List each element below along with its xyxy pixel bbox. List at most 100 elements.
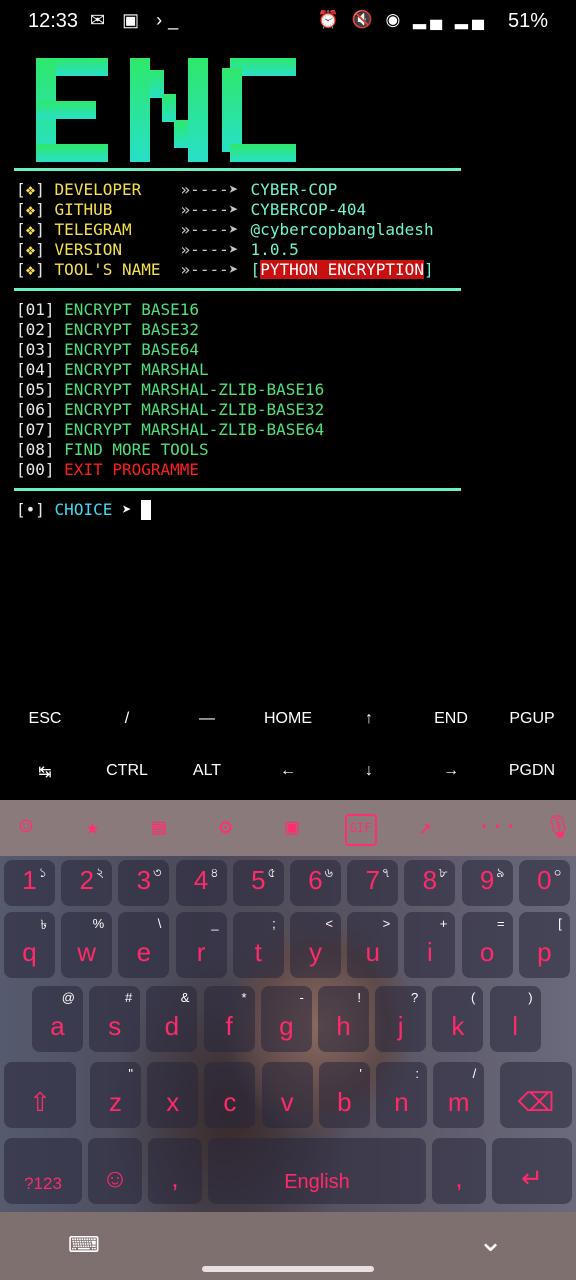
extra-key[interactable]: PGUP [491,710,573,728]
home-indicator[interactable] [202,1266,374,1272]
key-a[interactable]: @ a [32,986,83,1052]
key-1[interactable]: ১1 [4,860,55,906]
extra-key[interactable]: ← [247,762,329,780]
extra-key[interactable]: ↹ [4,762,86,782]
key-9[interactable]: ৯9 [461,860,513,906]
menu-item[interactable]: [06] ENCRYPT MARSHAL-ZLIB-BASE32 [16,400,324,420]
key-label: g [279,1011,294,1041]
hide-keyboard-icon[interactable]: ⌄ [478,1224,503,1259]
key-j[interactable]: ? j [375,986,427,1052]
keyboard-toolbar-icon[interactable]: ▣ [278,814,306,842]
key-c[interactable]: c [204,1062,256,1128]
key-label: i [427,937,433,967]
key-k[interactable]: (k [432,986,484,1052]
extra-key[interactable]: END [410,710,492,728]
bracket: [ [16,180,26,199]
key-r[interactable]: _ r [175,912,227,978]
key-v[interactable]: v [261,1062,313,1128]
key-0[interactable]: ০0 [518,860,570,906]
extra-key[interactable]: → [410,762,492,780]
menu-item[interactable]: [00] EXIT PROGRAMME [16,460,324,480]
extra-key[interactable]: ↑ [328,710,410,728]
symbols-key[interactable]: ?123 [4,1138,82,1204]
key-d[interactable]: & d [146,986,198,1052]
key-h[interactable]: ! h [318,986,369,1052]
keyboard-toolbar-icon[interactable]: ⚙ [212,814,240,842]
menu-item[interactable]: [04] ENCRYPT MARSHAL [16,360,324,380]
keyboard-toolbar-icon[interactable]: ▤ [145,814,173,842]
key-u[interactable]: > u [347,912,399,978]
extra-key[interactable]: / [86,710,168,728]
key-2[interactable]: ২2 [61,860,113,906]
key-3[interactable]: ৩3 [118,860,170,906]
key-e[interactable]: \ e [118,912,170,978]
bracket: [ [16,460,26,479]
menu-item[interactable]: [01] ENCRYPT BASE16 [16,300,324,320]
key-label: ☺ [101,1163,129,1193]
info-row: [❖] TELEGRAM »----➤ @cybercopbangladesh [16,220,434,240]
bracket: [ [16,440,26,459]
choice-prompt[interactable]: [•] CHOICE ➤ [16,500,152,520]
keyboard-toolbar-icon[interactable]: ··· [478,814,518,842]
extra-key[interactable]: CTRL [86,762,168,780]
key-i[interactable]: + i [404,912,456,978]
keyboard-toolbar-icon[interactable]: ☺ [12,814,40,842]
period-key[interactable]: , [432,1138,486,1204]
key-z[interactable]: " z [90,1062,141,1128]
key-p[interactable]: [p [518,912,570,978]
keyboard-toolbar-icon[interactable]: GIF [344,814,377,846]
menu-item[interactable]: [05] ENCRYPT MARSHAL-ZLIB-BASE16 [16,380,324,400]
key-8[interactable]: ৮8 [404,860,456,906]
key-n[interactable]: :n [376,1062,427,1128]
extra-key[interactable]: ↓ [328,762,410,780]
key-w[interactable]: % w [61,912,113,978]
menu-item[interactable]: [03] ENCRYPT BASE64 [16,340,324,360]
key-y[interactable]: < y [290,912,341,978]
bracket: [ [250,260,261,279]
spacebar[interactable]: English [208,1138,426,1204]
enter-key[interactable]: ↵ [492,1138,572,1204]
keyboard-toolbar-icon[interactable]: 🎙 [544,814,572,842]
key-b[interactable]: ' b [318,1062,370,1128]
keyboard-toolbar-icon[interactable]: ★ [79,814,107,842]
key-label: 3 [136,865,152,895]
menu-item[interactable]: [08] FIND MORE TOOLS [16,440,324,460]
key-s[interactable]: # s [89,986,141,1052]
key-x[interactable]: x [147,1062,199,1128]
extra-key[interactable]: ESC [4,710,86,728]
key-label: 6 [308,865,323,895]
key-label: 0 [537,865,552,895]
key-5[interactable]: ৫5 [232,860,284,906]
shift-key[interactable]: ⇧ [4,1062,76,1128]
key-f[interactable]: * f [203,986,255,1052]
backspace-key[interactable]: ⌫ [500,1062,572,1128]
keyboard-toolbar-icon[interactable]: ↗ [411,814,439,842]
info-value: 1.0.5 [250,240,299,259]
key-6[interactable]: ৬6 [290,860,341,906]
menu-number: 07 [25,420,45,439]
enc-logo [36,58,296,162]
bracket: ] [44,400,65,419]
menu-item[interactable]: [02] ENCRYPT BASE32 [16,320,324,340]
key-m[interactable]: / m [433,1062,485,1128]
menu-label: ENCRYPT MARSHAL-ZLIB-BASE64 [64,420,325,439]
bracket: ] [44,440,65,459]
extra-key[interactable]: — [166,710,248,728]
key-t[interactable]: ; t [232,912,284,978]
key-g[interactable]: -g [260,986,312,1052]
extra-key[interactable]: PGDN [491,762,573,780]
key-7[interactable]: ৭7 [347,860,399,906]
emoji-key[interactable]: ☺ [88,1138,142,1204]
bracket: [ [16,260,26,279]
extra-key[interactable]: HOME [247,710,329,728]
menu-item[interactable]: [07] ENCRYPT MARSHAL-ZLIB-BASE64 [16,420,324,440]
key-secondary: ! [357,990,361,1005]
key-q[interactable]: ৳ q [4,912,55,978]
menu-label: ENCRYPT MARSHAL-ZLIB-BASE16 [64,380,325,399]
key-o[interactable]: = o [461,912,513,978]
extra-key[interactable]: ALT [166,762,248,780]
key-4[interactable]: ৪4 [175,860,227,906]
key-l[interactable]: ) l [489,986,541,1052]
comma-key[interactable]: , [148,1138,202,1204]
keyboard-icon[interactable]: ⌨ [68,1232,100,1258]
